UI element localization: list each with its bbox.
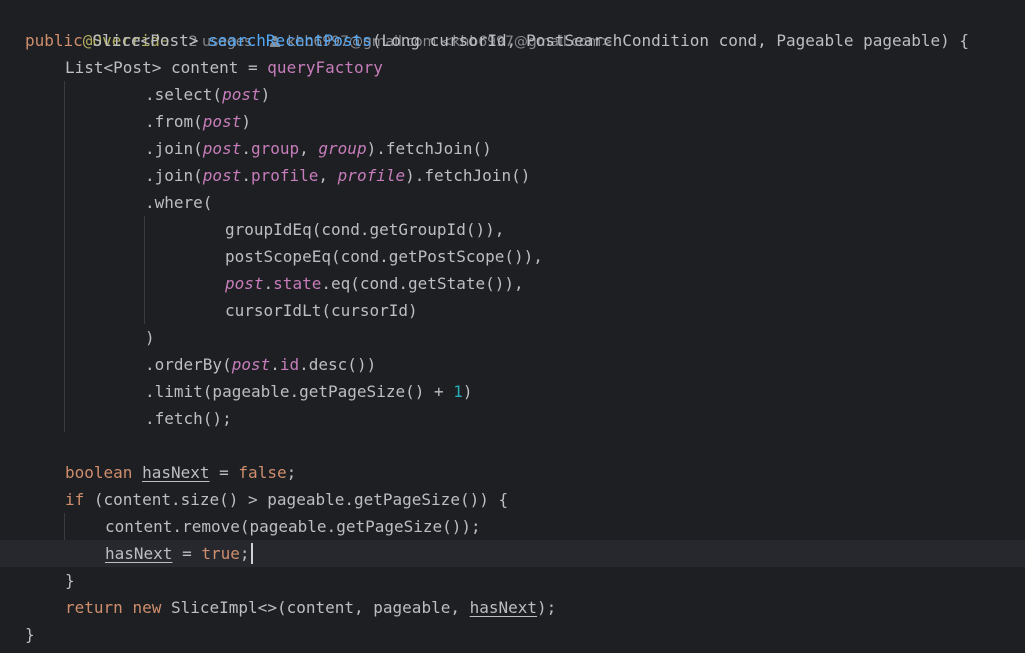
keyword-token: boolean: [65, 463, 133, 482]
code-line: boolean hasNext = false;: [0, 459, 1025, 486]
keyword-token: false: [238, 463, 287, 482]
code-line: .orderBy(post.id.desc()): [0, 351, 1025, 378]
type-token: Slice<Post>: [92, 31, 199, 50]
code-line: .join(post.profile, profile).fetchJoin(): [0, 162, 1025, 189]
code-token: .eq(cond.getState()),: [321, 274, 524, 293]
method-name-token: searchRecentPosts: [208, 31, 372, 50]
code-token: List<Post> content =: [65, 58, 268, 77]
code-token: ): [145, 328, 155, 347]
code-token: .limit(pageable.getPageSize() +: [145, 382, 454, 401]
code-token: content.remove(pageable.getPageSize());: [105, 517, 481, 536]
variable-token: hasNext: [142, 463, 210, 482]
variable-token: hasNext: [469, 598, 538, 617]
keyword-token: if: [65, 490, 85, 509]
code-token: =: [209, 463, 239, 482]
variable-token: hasNext: [105, 544, 173, 563]
code-line: if (content.size() > pageable.getPageSiz…: [0, 486, 1025, 513]
params-token: (Long cursorId, PostSearchCondition cond…: [371, 31, 970, 50]
code-token: SliceImpl<>(content, pageable,: [170, 598, 470, 617]
code-line: post.state.eq(cond.getState()),: [0, 270, 1025, 297]
code-token: ).fetchJoin(): [405, 166, 531, 185]
code-line: public Slice<Post> searchRecentPosts(Lon…: [0, 27, 1025, 54]
code-token: cursorIdLt(cursorId): [225, 301, 418, 320]
code-line: }: [0, 567, 1025, 594]
code-token: (content.size() > pageable.getPageSize()…: [84, 490, 509, 509]
code-token: .select(: [145, 85, 223, 104]
field-token: post: [231, 355, 271, 374]
code-token: .: [241, 139, 251, 158]
field-token: state: [273, 274, 322, 293]
code-line: .join(post.group, group).fetchJoin(): [0, 135, 1025, 162]
field-token: group: [250, 139, 300, 158]
code-token: .where(: [145, 193, 213, 212]
keyword-token: new: [132, 598, 162, 617]
code-line: .fetch();: [0, 405, 1025, 432]
field-token: id: [279, 355, 300, 374]
code-token: =: [172, 544, 202, 563]
field-token: post: [202, 166, 242, 185]
keyword-token: public: [25, 31, 83, 50]
code-token: .: [263, 274, 274, 293]
keyword-token: return: [65, 598, 123, 617]
code-token: .desc()): [299, 355, 377, 374]
code-line: @Override 2 usages khb6997@gmail.com <kh…: [0, 0, 1025, 50]
field-token: profile: [250, 166, 319, 185]
text-caret: [250, 543, 253, 564]
field-token: profile: [337, 166, 406, 185]
field-token: post: [222, 85, 261, 104]
field-token: post: [225, 274, 264, 293]
code-token: .orderBy(: [145, 355, 232, 374]
code-token: .: [241, 166, 251, 185]
code-token: .: [270, 355, 280, 374]
code-line: .select(post): [0, 81, 1025, 108]
field-token: group: [318, 139, 367, 158]
code-token: postScopeEq(cond.getPostScope()),: [225, 247, 543, 266]
code-line: cursorIdLt(cursorId): [0, 297, 1025, 324]
code-line: postScopeEq(cond.getPostScope()),: [0, 243, 1025, 270]
code-line: List<Post> content = queryFactory: [0, 54, 1025, 81]
code-line: .limit(pageable.getPageSize() + 1): [0, 378, 1025, 405]
code-token: ): [462, 382, 473, 401]
code-line: }: [0, 621, 1025, 648]
keyword-token: true: [201, 544, 240, 563]
code-token: }: [25, 625, 35, 644]
code-token: .join(: [145, 166, 203, 185]
code-token: }: [65, 571, 75, 590]
code-line: .where(: [0, 189, 1025, 216]
code-line: content.remove(pageable.getPageSize());: [0, 513, 1025, 540]
code-token: ,: [318, 166, 338, 185]
code-token: ,: [299, 139, 319, 158]
code-editor[interactable]: @Override 2 usages khb6997@gmail.com <kh…: [0, 0, 1025, 653]
current-code-line: hasNext = true;: [0, 540, 1025, 567]
code-token: .join(: [145, 139, 203, 158]
code-line: return new SliceImpl<>(content, pageable…: [0, 594, 1025, 621]
code-token: ): [260, 85, 271, 104]
field-token: post: [202, 139, 242, 158]
field-token: post: [202, 112, 242, 131]
code-token: .from(: [145, 112, 203, 131]
code-token: ;: [239, 544, 250, 563]
code-token: ).fetchJoin(): [366, 139, 492, 158]
code-token: groupIdEq(cond.getGroupId()),: [225, 220, 505, 239]
code-token: ): [241, 112, 251, 131]
code-line: ): [0, 324, 1025, 351]
code-line: groupIdEq(cond.getGroupId()),: [0, 216, 1025, 243]
code-line: .from(post): [0, 108, 1025, 135]
number-token: 1: [453, 382, 463, 401]
code-token: ;: [286, 463, 297, 482]
code-token: .fetch();: [145, 409, 232, 428]
code-token: );: [537, 598, 557, 617]
field-token: queryFactory: [267, 58, 383, 77]
